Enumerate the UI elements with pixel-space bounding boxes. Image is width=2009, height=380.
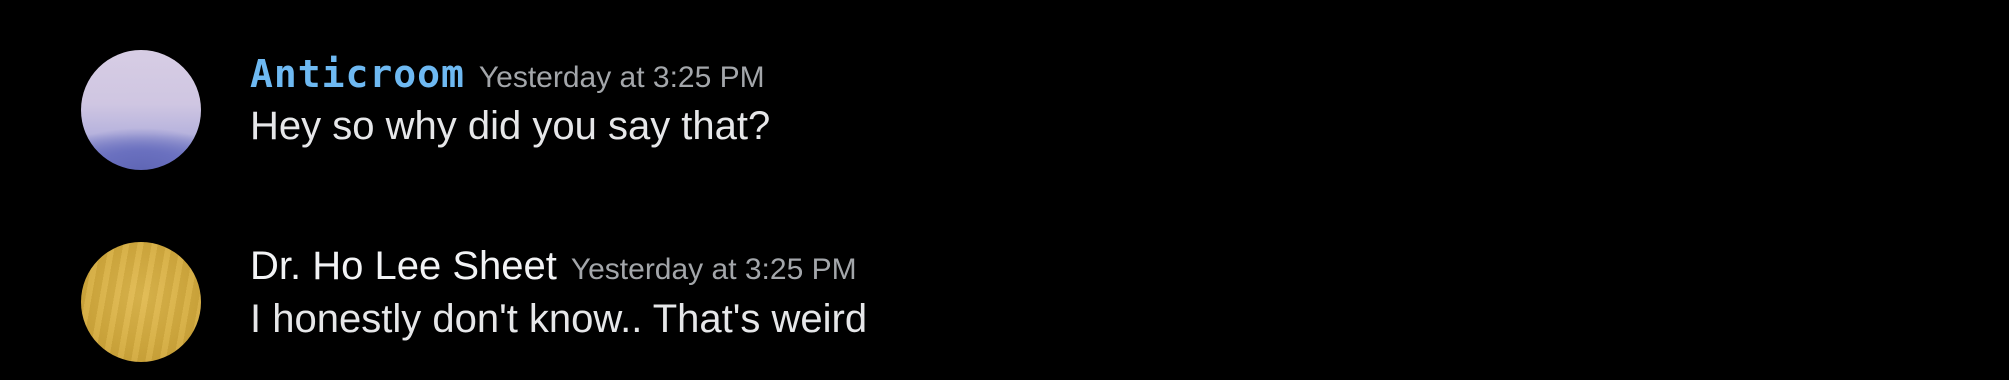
message-header: Dr. Ho Lee Sheet Yesterday at 3:25 PM xyxy=(250,244,1989,289)
avatar[interactable] xyxy=(81,242,201,362)
username[interactable]: Dr. Ho Lee Sheet xyxy=(250,244,557,289)
timestamp: Yesterday at 3:25 PM xyxy=(478,61,765,94)
chat-message: Dr. Ho Lee Sheet Yesterday at 3:25 PM I … xyxy=(0,222,2009,372)
message-content: Dr. Ho Lee Sheet Yesterday at 3:25 PM I … xyxy=(250,244,1989,342)
chat-message: Anticroom Yesterday at 3:25 PM Hey so wh… xyxy=(0,30,2009,180)
message-text: I honestly don't know.. That's weird xyxy=(250,297,868,341)
message-header: Anticroom Yesterday at 3:25 PM xyxy=(250,52,1989,96)
message-content: Anticroom Yesterday at 3:25 PM Hey so wh… xyxy=(250,52,1989,149)
username[interactable]: Anticroom xyxy=(250,52,465,96)
chat-message-list: Anticroom Yesterday at 3:25 PM Hey so wh… xyxy=(0,0,2009,380)
avatar[interactable] xyxy=(81,50,201,170)
timestamp: Yesterday at 3:25 PM xyxy=(570,253,857,286)
message-text: Hey so why did you say that? xyxy=(250,104,771,148)
